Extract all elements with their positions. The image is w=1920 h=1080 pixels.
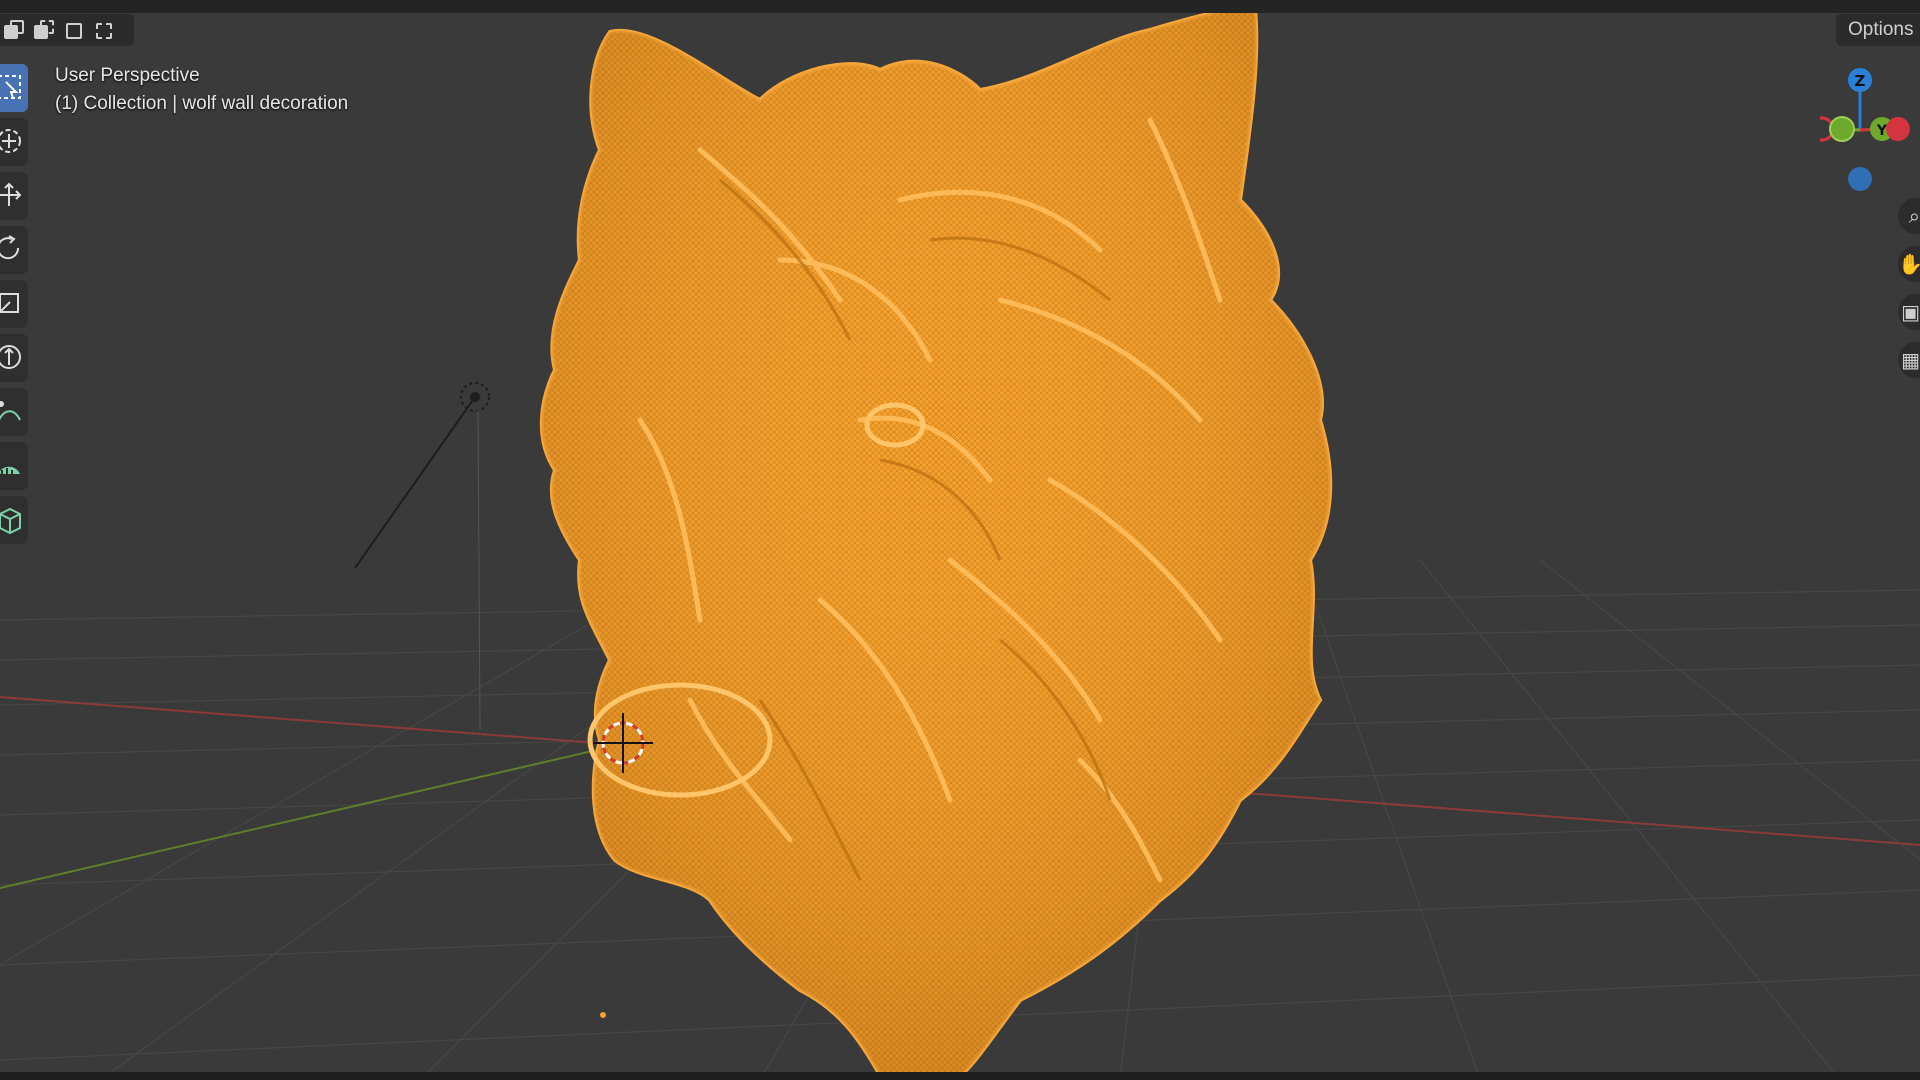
navigation-controls: ⌕ ✋ ▣ ▦: [1898, 198, 1920, 390]
scale-icon: [0, 293, 19, 313]
tool-shelf: [0, 64, 28, 550]
rotate-tool[interactable]: [0, 226, 28, 274]
extend-selection-icon[interactable]: [32, 19, 54, 41]
select-box-icon: [0, 75, 21, 99]
gizmo-neg-y-axis[interactable]: [1829, 116, 1855, 142]
transform-icon: [0, 345, 21, 369]
add-cube-tool[interactable]: [0, 496, 28, 544]
selection-mode-group: [0, 14, 134, 46]
gizmo-neg-z-axis[interactable]: [1848, 167, 1872, 191]
navigation-gizmo[interactable]: Z Y: [1820, 60, 1920, 200]
measure-tool[interactable]: [0, 442, 28, 490]
move-icon: [0, 182, 22, 206]
annotate-tool[interactable]: [0, 388, 28, 436]
measure-icon: [0, 466, 20, 474]
view-perspective-label: User Perspective: [55, 65, 200, 86]
status-bar: [0, 1072, 1920, 1080]
select-box-tool[interactable]: [0, 64, 28, 112]
set-new-selection-icon[interactable]: [2, 19, 24, 41]
move-tool[interactable]: [0, 172, 28, 220]
object-origin-dot: [600, 1012, 606, 1018]
options-button[interactable]: Options: [1836, 14, 1920, 46]
camera-view-icon[interactable]: ▣: [1898, 294, 1920, 330]
y-axis-line: [0, 739, 641, 889]
scale-tool[interactable]: [0, 280, 28, 328]
intersect-selection-icon[interactable]: [92, 19, 114, 41]
gizmo-x-axis[interactable]: [1886, 117, 1910, 141]
wolf-mesh-object[interactable]: [539, 6, 1333, 1077]
viewport-canvas[interactable]: [0, 0, 1920, 1080]
active-object-label: (1) Collection | wolf wall decoration: [55, 93, 349, 114]
perspective-toggle-icon[interactable]: ▦: [1898, 342, 1920, 378]
rotate-icon: [0, 235, 20, 260]
gizmo-z-label: Z: [1855, 72, 1866, 90]
add-cube-icon: [0, 507, 21, 535]
3d-viewport[interactable]: Options User Perspective (1) Collection …: [0, 0, 1920, 1080]
subtract-selection-icon[interactable]: [62, 19, 84, 41]
header-bar: [0, 0, 1920, 13]
zoom-icon[interactable]: ⌕: [1898, 198, 1920, 234]
annotate-icon: [0, 401, 21, 421]
transform-tool[interactable]: [0, 334, 28, 382]
light-object[interactable]: [354, 382, 490, 731]
viewport-info: User Perspective (1) Collection | wolf w…: [55, 62, 348, 118]
cursor-icon: [0, 129, 21, 153]
gizmo-y-label: Y: [1876, 123, 1888, 139]
pan-hand-icon[interactable]: ✋: [1898, 246, 1920, 282]
cursor-tool[interactable]: [0, 118, 28, 166]
